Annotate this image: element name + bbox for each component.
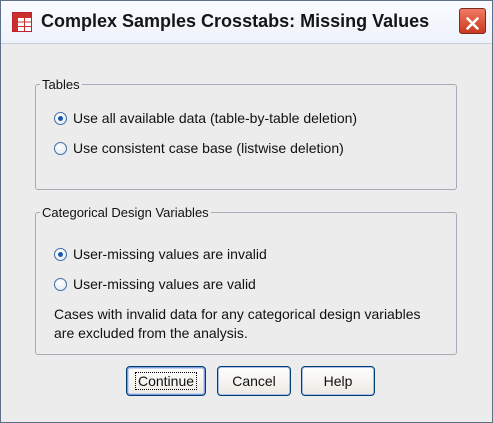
continue-button[interactable]: Continue (126, 366, 206, 396)
close-icon (466, 17, 479, 30)
user-missing-valid-radio[interactable]: User-missing values are valid (54, 274, 256, 294)
user-missing-invalid-radio[interactable]: User-missing values are invalid (54, 244, 267, 264)
title-bar[interactable]: Complex Samples Crosstabs: Missing Value… (1, 1, 492, 44)
tables-group: Tables Use all available data (table-by-… (35, 77, 457, 190)
help-button[interactable]: Help (301, 366, 375, 396)
crosstabs-table-icon (12, 12, 32, 32)
dialog-body: Tables Use all available data (table-by-… (1, 44, 492, 422)
categorical-design-variables-group: Categorical Design Variables User-missin… (35, 205, 457, 355)
cancel-button[interactable]: Cancel (217, 366, 291, 396)
categorical-legend: Categorical Design Variables (42, 205, 209, 220)
user-missing-invalid-label: User-missing values are invalid (73, 246, 267, 262)
tables-legend: Tables (42, 77, 80, 92)
continue-label: Continue (134, 372, 198, 390)
dialog-window: Complex Samples Crosstabs: Missing Value… (0, 0, 493, 423)
window-title: Complex Samples Crosstabs: Missing Value… (41, 11, 430, 31)
radio-unselected-icon[interactable] (54, 277, 67, 291)
use-consistent-case-label: Use consistent case base (listwise delet… (73, 140, 344, 156)
radio-unselected-icon[interactable] (54, 141, 67, 155)
categorical-note: Cases with invalid data for any categori… (54, 306, 421, 341)
use-all-available-label: Use all available data (table-by-table d… (73, 110, 358, 126)
use-consistent-case-radio[interactable]: Use consistent case base (listwise delet… (54, 138, 344, 158)
user-missing-valid-label: User-missing values are valid (73, 276, 256, 292)
close-button[interactable] (459, 8, 486, 34)
radio-selected-icon[interactable] (54, 111, 67, 125)
use-all-available-radio[interactable]: Use all available data (table-by-table d… (54, 108, 357, 128)
radio-selected-icon[interactable] (54, 247, 67, 261)
